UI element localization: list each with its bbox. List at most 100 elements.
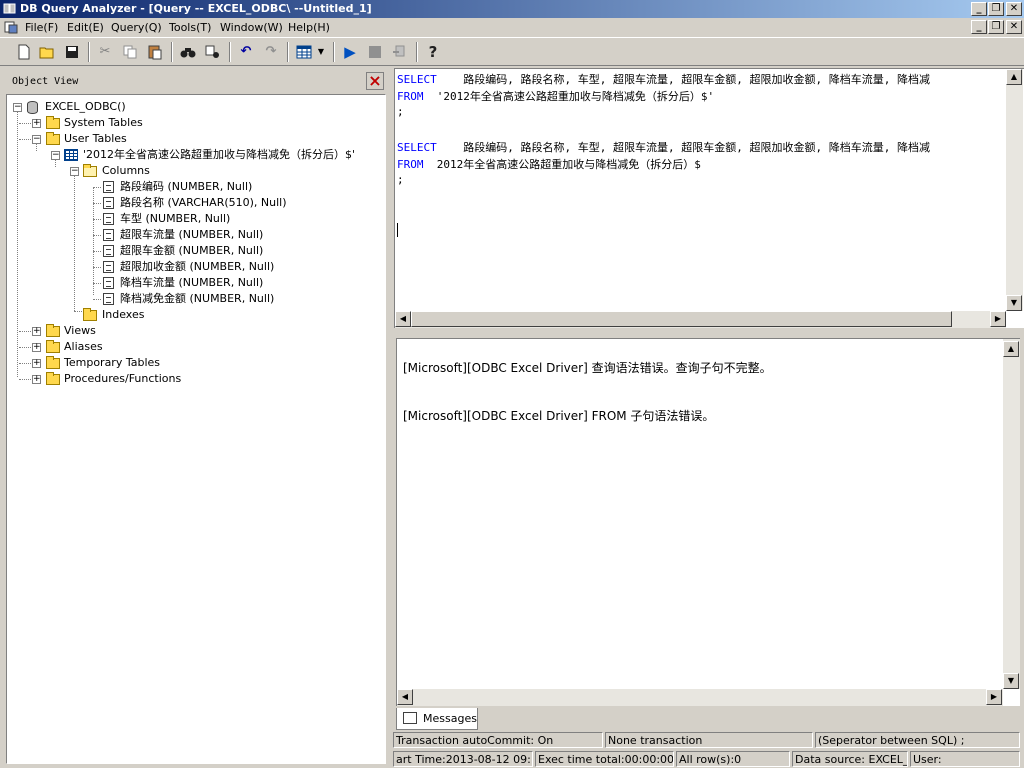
close-icon[interactable]: × bbox=[366, 72, 384, 90]
expand-toggle[interactable]: + bbox=[32, 375, 41, 384]
menu-query[interactable]: Query(Q) bbox=[111, 21, 162, 34]
minimize-button[interactable]: _ bbox=[971, 2, 987, 16]
toolbar-separator bbox=[229, 42, 231, 62]
tree-procedures-functions[interactable]: Procedures/Functions bbox=[64, 371, 181, 387]
tab-messages-label: Messages bbox=[423, 712, 477, 725]
object-view-panel: Object View × − EXCEL_ODBC() + System Ta… bbox=[4, 70, 386, 767]
tree-indexes-folder[interactable]: Indexes bbox=[102, 307, 144, 323]
parse-icon[interactable] bbox=[390, 42, 410, 62]
scroll-left-button[interactable]: ◀ bbox=[397, 689, 413, 705]
copy-icon[interactable] bbox=[120, 42, 140, 62]
column-icon bbox=[103, 277, 114, 289]
tree-column-item[interactable]: 超限车金额 (NUMBER, Null) bbox=[120, 243, 263, 259]
messages-horizontal-scrollbar[interactable]: ◀ ▶ bbox=[397, 689, 1003, 706]
scroll-left-button[interactable]: ◀ bbox=[395, 311, 411, 327]
database-icon bbox=[27, 101, 38, 114]
status-user: User: bbox=[910, 751, 1020, 767]
expand-toggle[interactable]: + bbox=[32, 343, 41, 352]
tree-column-item[interactable]: 路段名称 (VARCHAR(510), Null) bbox=[120, 195, 287, 211]
stop-icon[interactable] bbox=[365, 42, 385, 62]
restore-button[interactable]: ❐ bbox=[988, 2, 1004, 16]
vertical-splitter[interactable] bbox=[386, 66, 394, 768]
column-icon bbox=[103, 261, 114, 273]
text-cursor bbox=[397, 223, 398, 237]
status-datasource: Data source: EXCEL_OD bbox=[792, 751, 908, 767]
help-icon[interactable]: ? bbox=[423, 42, 443, 62]
tree-views[interactable]: Views bbox=[64, 323, 96, 339]
replace-icon[interactable] bbox=[203, 42, 223, 62]
scroll-right-button[interactable]: ▶ bbox=[986, 689, 1002, 705]
scroll-down-button[interactable]: ▼ bbox=[1003, 673, 1019, 689]
collapse-toggle[interactable]: − bbox=[51, 151, 60, 160]
scroll-up-button[interactable]: ▲ bbox=[1003, 341, 1019, 357]
tree-system-tables[interactable]: System Tables bbox=[64, 115, 143, 131]
sql-editor[interactable]: SELECT 路段编码, 路段名称, 车型, 超限车流量, 超限车金额, 超限加… bbox=[394, 68, 1024, 328]
tree-branch-line bbox=[93, 235, 101, 236]
redo-icon[interactable]: ↷ bbox=[261, 42, 281, 62]
tree-column-item[interactable]: 路段编码 (NUMBER, Null) bbox=[120, 179, 252, 195]
expand-toggle[interactable]: + bbox=[32, 327, 41, 336]
tree-branch-line bbox=[93, 219, 101, 220]
tree-root-database[interactable]: EXCEL_ODBC() bbox=[45, 99, 126, 115]
tree-column-item[interactable]: 车型 (NUMBER, Null) bbox=[120, 211, 230, 227]
menu-help[interactable]: Help(H) bbox=[288, 21, 330, 34]
tree-column-item[interactable]: 降档减免金额 (NUMBER, Null) bbox=[120, 291, 274, 307]
tree-column-item[interactable]: 超限加收金额 (NUMBER, Null) bbox=[120, 259, 274, 275]
tree-aliases[interactable]: Aliases bbox=[64, 339, 103, 355]
tree-temporary-tables[interactable]: Temporary Tables bbox=[64, 355, 160, 371]
tree-branch-line bbox=[93, 187, 101, 188]
toolbar-separator bbox=[416, 42, 418, 62]
open-folder-icon[interactable] bbox=[37, 42, 57, 62]
folder-icon bbox=[46, 116, 60, 129]
save-icon[interactable] bbox=[62, 42, 82, 62]
editor-vertical-scrollbar[interactable]: ▲ ▼ bbox=[1006, 69, 1023, 311]
collapse-toggle[interactable]: − bbox=[32, 135, 41, 144]
mdi-restore-button[interactable]: ❐ bbox=[988, 20, 1004, 34]
find-icon[interactable] bbox=[178, 42, 198, 62]
tree-user-tables[interactable]: User Tables bbox=[64, 131, 127, 147]
menu-window[interactable]: Window(W) bbox=[220, 21, 283, 34]
status-separator: (Seperator between SQL) ; bbox=[815, 732, 1020, 748]
menu-edit[interactable]: Edit(E) bbox=[67, 21, 104, 34]
messages-pane[interactable]: [Microsoft][ODBC Excel Driver] 查询语法错误。查询… bbox=[396, 338, 1020, 706]
tree-branch-line bbox=[93, 203, 101, 204]
grid-results-icon[interactable] bbox=[294, 42, 314, 62]
menu-tools[interactable]: Tools(T) bbox=[169, 21, 211, 34]
scroll-down-button[interactable]: ▼ bbox=[1006, 295, 1022, 311]
error-message: [Microsoft][ODBC Excel Driver] FROM 子句语法… bbox=[403, 409, 715, 423]
tree-guide-line bbox=[74, 171, 75, 311]
cut-icon[interactable]: ✂ bbox=[95, 42, 115, 62]
expand-toggle[interactable]: + bbox=[32, 119, 41, 128]
tree-branch-line bbox=[19, 331, 31, 332]
tree-column-item[interactable]: 超限车流量 (NUMBER, Null) bbox=[120, 227, 263, 243]
undo-icon[interactable]: ↶ bbox=[236, 42, 256, 62]
tree-branch-line bbox=[19, 363, 31, 364]
close-button[interactable]: ✕ bbox=[1006, 2, 1022, 16]
collapse-toggle[interactable]: − bbox=[13, 103, 22, 112]
paste-icon[interactable] bbox=[145, 42, 165, 62]
expand-toggle[interactable]: + bbox=[32, 359, 41, 368]
folder-icon bbox=[46, 132, 60, 145]
menu-file[interactable]: File(F) bbox=[25, 21, 58, 34]
object-tree[interactable]: − EXCEL_ODBC() + System Tables − User Ta… bbox=[6, 94, 386, 764]
scroll-up-button[interactable]: ▲ bbox=[1006, 69, 1022, 85]
document-icon bbox=[4, 21, 18, 34]
open-folder-icon bbox=[83, 164, 97, 177]
messages-vertical-scrollbar[interactable]: ▲ ▼ bbox=[1003, 339, 1020, 689]
tree-columns-folder[interactable]: Columns bbox=[102, 163, 150, 179]
chevron-down-icon[interactable]: ▼ bbox=[315, 42, 327, 62]
mdi-close-button[interactable]: ✕ bbox=[1006, 20, 1022, 34]
new-file-icon[interactable] bbox=[14, 42, 34, 62]
run-icon[interactable]: ▶ bbox=[340, 42, 360, 62]
editor-horizontal-scrollbar[interactable]: ◀ ▶ bbox=[395, 311, 1006, 328]
mdi-minimize-button[interactable]: _ bbox=[971, 20, 987, 34]
tree-table-item[interactable]: '2012年全省高速公路超重加收与降档减免（拆分后）$' bbox=[83, 147, 355, 163]
tree-column-item[interactable]: 降档车流量 (NUMBER, Null) bbox=[120, 275, 263, 291]
tree-branch-line bbox=[19, 347, 31, 348]
tab-messages[interactable]: Messages bbox=[396, 708, 478, 730]
scroll-right-button[interactable]: ▶ bbox=[990, 311, 1006, 327]
collapse-toggle[interactable]: − bbox=[70, 167, 79, 176]
app-icon bbox=[3, 3, 16, 14]
scroll-thumb[interactable] bbox=[411, 311, 952, 327]
error-message: [Microsoft][ODBC Excel Driver] 查询语法错误。查询… bbox=[403, 361, 772, 375]
